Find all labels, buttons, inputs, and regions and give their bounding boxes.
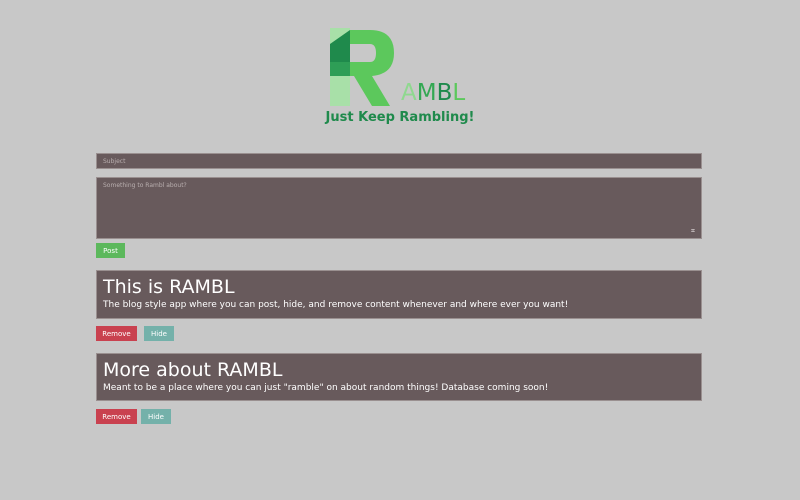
resize-grip-icon[interactable]: ⌗ bbox=[689, 227, 697, 235]
rambl-r-logo-icon bbox=[330, 28, 394, 106]
hide-button[interactable]: Hide bbox=[141, 409, 171, 424]
logo-wordmark: AMBL bbox=[401, 82, 465, 105]
post-title: This is RAMBL bbox=[103, 276, 235, 298]
logo-letter: M bbox=[416, 80, 437, 106]
logo-letter: L bbox=[452, 80, 466, 106]
logo-letter: A bbox=[401, 80, 417, 106]
post-card: This is RAMBL The blog style app where y… bbox=[96, 270, 702, 319]
hide-button[interactable]: Hide bbox=[144, 326, 174, 341]
post-card: More about RAMBL Meant to be a place whe… bbox=[96, 353, 702, 401]
body-textarea[interactable] bbox=[96, 177, 702, 239]
post-body: Meant to be a place where you can just "… bbox=[103, 383, 549, 393]
logo-letter: B bbox=[436, 80, 453, 106]
post-body: The blog style app where you can post, h… bbox=[103, 300, 569, 310]
remove-button[interactable]: Remove bbox=[96, 326, 137, 341]
post-title: More about RAMBL bbox=[103, 359, 283, 381]
tagline: Just Keep Rambling! bbox=[325, 110, 475, 125]
remove-button[interactable]: Remove bbox=[96, 409, 137, 424]
subject-input[interactable] bbox=[96, 153, 702, 169]
post-button[interactable]: Post bbox=[96, 243, 125, 258]
